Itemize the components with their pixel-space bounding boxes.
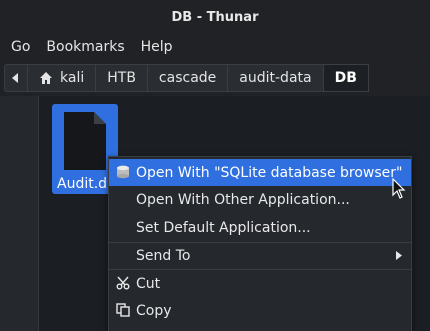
home-icon	[40, 72, 52, 84]
menu-help[interactable]: Help	[133, 34, 181, 60]
copy-icon	[116, 303, 130, 317]
crumb-audit-data[interactable]: audit-data	[227, 64, 323, 92]
window-titlebar[interactable]: DB - Thunar	[0, 0, 430, 34]
path-bar: kali HTB cascade audit-data DB	[0, 62, 430, 94]
context-menu: Open With "SQLite database browser" Open…	[108, 156, 412, 331]
crumb-label: cascade	[158, 70, 217, 86]
menu-copy[interactable]: Copy	[109, 297, 411, 324]
menu-go[interactable]: Go	[0, 34, 38, 60]
crumb-db[interactable]: DB	[322, 64, 369, 92]
menu-open-with-sqlite[interactable]: Open With "SQLite database browser"	[109, 159, 411, 186]
submenu-arrow-icon	[396, 251, 402, 260]
menubar: Go Bookmarks Help	[0, 34, 430, 60]
menu-open-with-other[interactable]: Open With Other Application...	[109, 186, 411, 213]
menu-set-default-app[interactable]: Set Default Application...	[109, 214, 411, 241]
menu-item-label: Open With "SQLite database browser"	[136, 164, 403, 181]
crumb-label: HTB	[107, 70, 136, 86]
menu-send-to[interactable]: Send To	[109, 242, 411, 269]
menu-item-label: Send To	[136, 247, 191, 264]
crumb-label: kali	[60, 70, 85, 86]
menu-cut[interactable]: Cut	[109, 270, 411, 297]
thunar-window: DB - Thunar Go Bookmarks Help kali HTB c…	[0, 0, 430, 331]
menu-item-label: Copy	[136, 302, 172, 319]
window-title: DB - Thunar	[171, 9, 259, 25]
crumb-htb[interactable]: HTB	[95, 64, 147, 92]
mouse-cursor-icon	[392, 178, 406, 199]
crumb-cascade[interactable]: cascade	[146, 64, 228, 92]
chevron-left-icon	[12, 73, 18, 83]
menu-item-label: Set Default Application...	[136, 219, 311, 236]
sidebar[interactable]	[0, 96, 39, 331]
crumb-label: audit-data	[239, 70, 312, 86]
menu-bookmarks[interactable]: Bookmarks	[38, 34, 132, 60]
crumb-label: DB	[334, 70, 357, 86]
menu-item-label: Cut	[136, 275, 161, 292]
crumb-kali[interactable]: kali	[27, 64, 96, 92]
scissors-icon	[116, 276, 130, 290]
sqlite-db-icon	[117, 165, 129, 179]
path-back-button[interactable]	[4, 64, 27, 92]
menu-item-label: Open With Other Application...	[136, 191, 350, 208]
document-icon	[64, 112, 106, 170]
